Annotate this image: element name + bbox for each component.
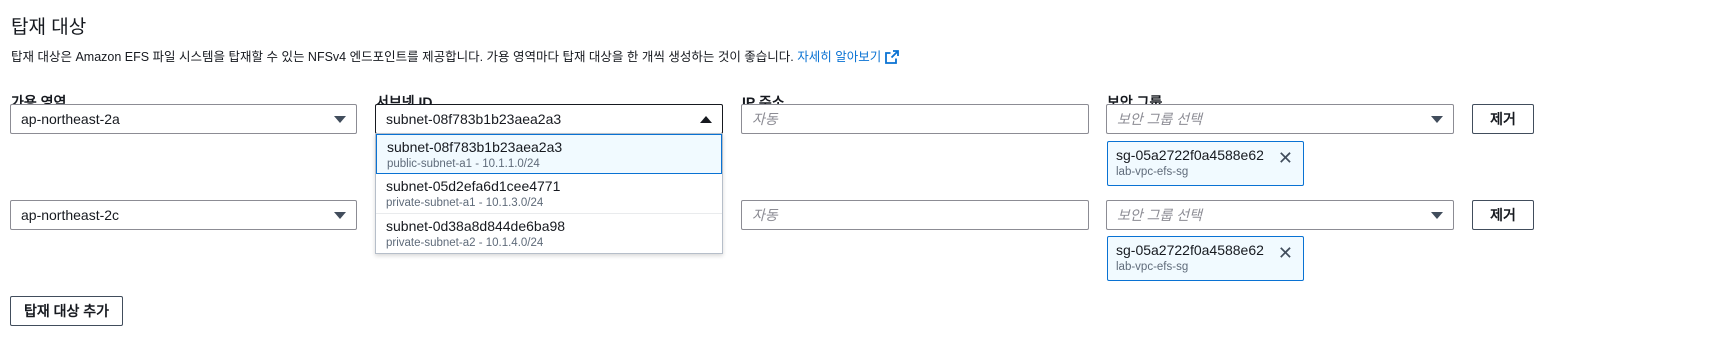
token-sg-name: lab-vpc-efs-sg	[1116, 166, 1189, 178]
caret-down-icon	[1431, 115, 1443, 123]
external-link-icon	[885, 50, 900, 64]
caret-down-icon	[334, 211, 346, 219]
ip-placeholder: 자동	[752, 207, 778, 223]
az-select-row1[interactable]: ap-northeast-2a	[10, 104, 357, 134]
ip-placeholder: 자동	[752, 111, 778, 127]
option-subnet-id: subnet-0d38a8d844de6ba98	[386, 218, 566, 234]
remove-button-row2[interactable]: 제거	[1472, 200, 1534, 230]
sg-select-row2[interactable]: 보안 그룹 선택	[1106, 200, 1454, 230]
option-subnet-detail: private-subnet-a2 - 10.1.4.0/24	[386, 237, 544, 249]
subnet-value: subnet-08f783b1b23aea2a3	[386, 111, 562, 127]
ip-input-row1[interactable]: 자동	[741, 104, 1089, 134]
az-value: ap-northeast-2a	[21, 111, 120, 127]
learn-more-link[interactable]: 자세히 알아보기	[797, 50, 900, 64]
close-icon[interactable]: ✕	[1278, 244, 1293, 262]
option-subnet-id: subnet-05d2efa6d1cee4771	[386, 178, 561, 194]
option-subnet-id: subnet-08f783b1b23aea2a3	[387, 139, 563, 155]
add-mount-target-button[interactable]: 탑재 대상 추가	[10, 296, 123, 326]
caret-down-icon	[334, 115, 346, 123]
token-sg-id: sg-05a2722f0a4588e62	[1116, 147, 1264, 163]
sg-placeholder: 보안 그룹 선택	[1117, 111, 1203, 127]
subnet-dropdown-list: subnet-08f783b1b23aea2a3 public-subnet-a…	[375, 133, 723, 254]
ip-input-row2[interactable]: 자동	[741, 200, 1089, 230]
subnet-option[interactable]: subnet-0d38a8d844de6ba98 private-subnet-…	[376, 214, 722, 254]
token-sg-name: lab-vpc-efs-sg	[1116, 261, 1189, 273]
caret-up-icon	[700, 115, 712, 123]
learn-more-label: 자세히 알아보기	[797, 50, 882, 64]
section-title: 탑재 대상	[11, 17, 87, 38]
sg-select-row1[interactable]: 보안 그룹 선택	[1106, 104, 1454, 134]
token-sg-id: sg-05a2722f0a4588e62	[1116, 242, 1264, 258]
subnet-option[interactable]: subnet-05d2efa6d1cee4771 private-subnet-…	[376, 174, 722, 214]
security-group-token-row2: sg-05a2722f0a4588e62 lab-vpc-efs-sg ✕	[1107, 236, 1304, 281]
caret-down-icon	[1431, 211, 1443, 219]
security-group-token-row1: sg-05a2722f0a4588e62 lab-vpc-efs-sg ✕	[1107, 141, 1304, 186]
section-description: 탑재 대상은 Amazon EFS 파일 시스템을 탑재할 수 있는 NFSv4…	[11, 46, 900, 65]
az-select-row2[interactable]: ap-northeast-2c	[10, 200, 357, 230]
remove-button-row1[interactable]: 제거	[1472, 104, 1534, 134]
option-subnet-detail: public-subnet-a1 - 10.1.1.0/24	[387, 158, 540, 170]
close-icon[interactable]: ✕	[1278, 149, 1293, 167]
subnet-option[interactable]: subnet-08f783b1b23aea2a3 public-subnet-a…	[376, 134, 722, 174]
description-text: 탑재 대상은 Amazon EFS 파일 시스템을 탑재할 수 있는 NFSv4…	[11, 50, 794, 64]
subnet-select-row1[interactable]: subnet-08f783b1b23aea2a3	[375, 104, 723, 134]
sg-placeholder: 보안 그룹 선택	[1117, 207, 1203, 223]
az-value: ap-northeast-2c	[21, 207, 120, 223]
option-subnet-detail: private-subnet-a1 - 10.1.3.0/24	[386, 197, 544, 209]
